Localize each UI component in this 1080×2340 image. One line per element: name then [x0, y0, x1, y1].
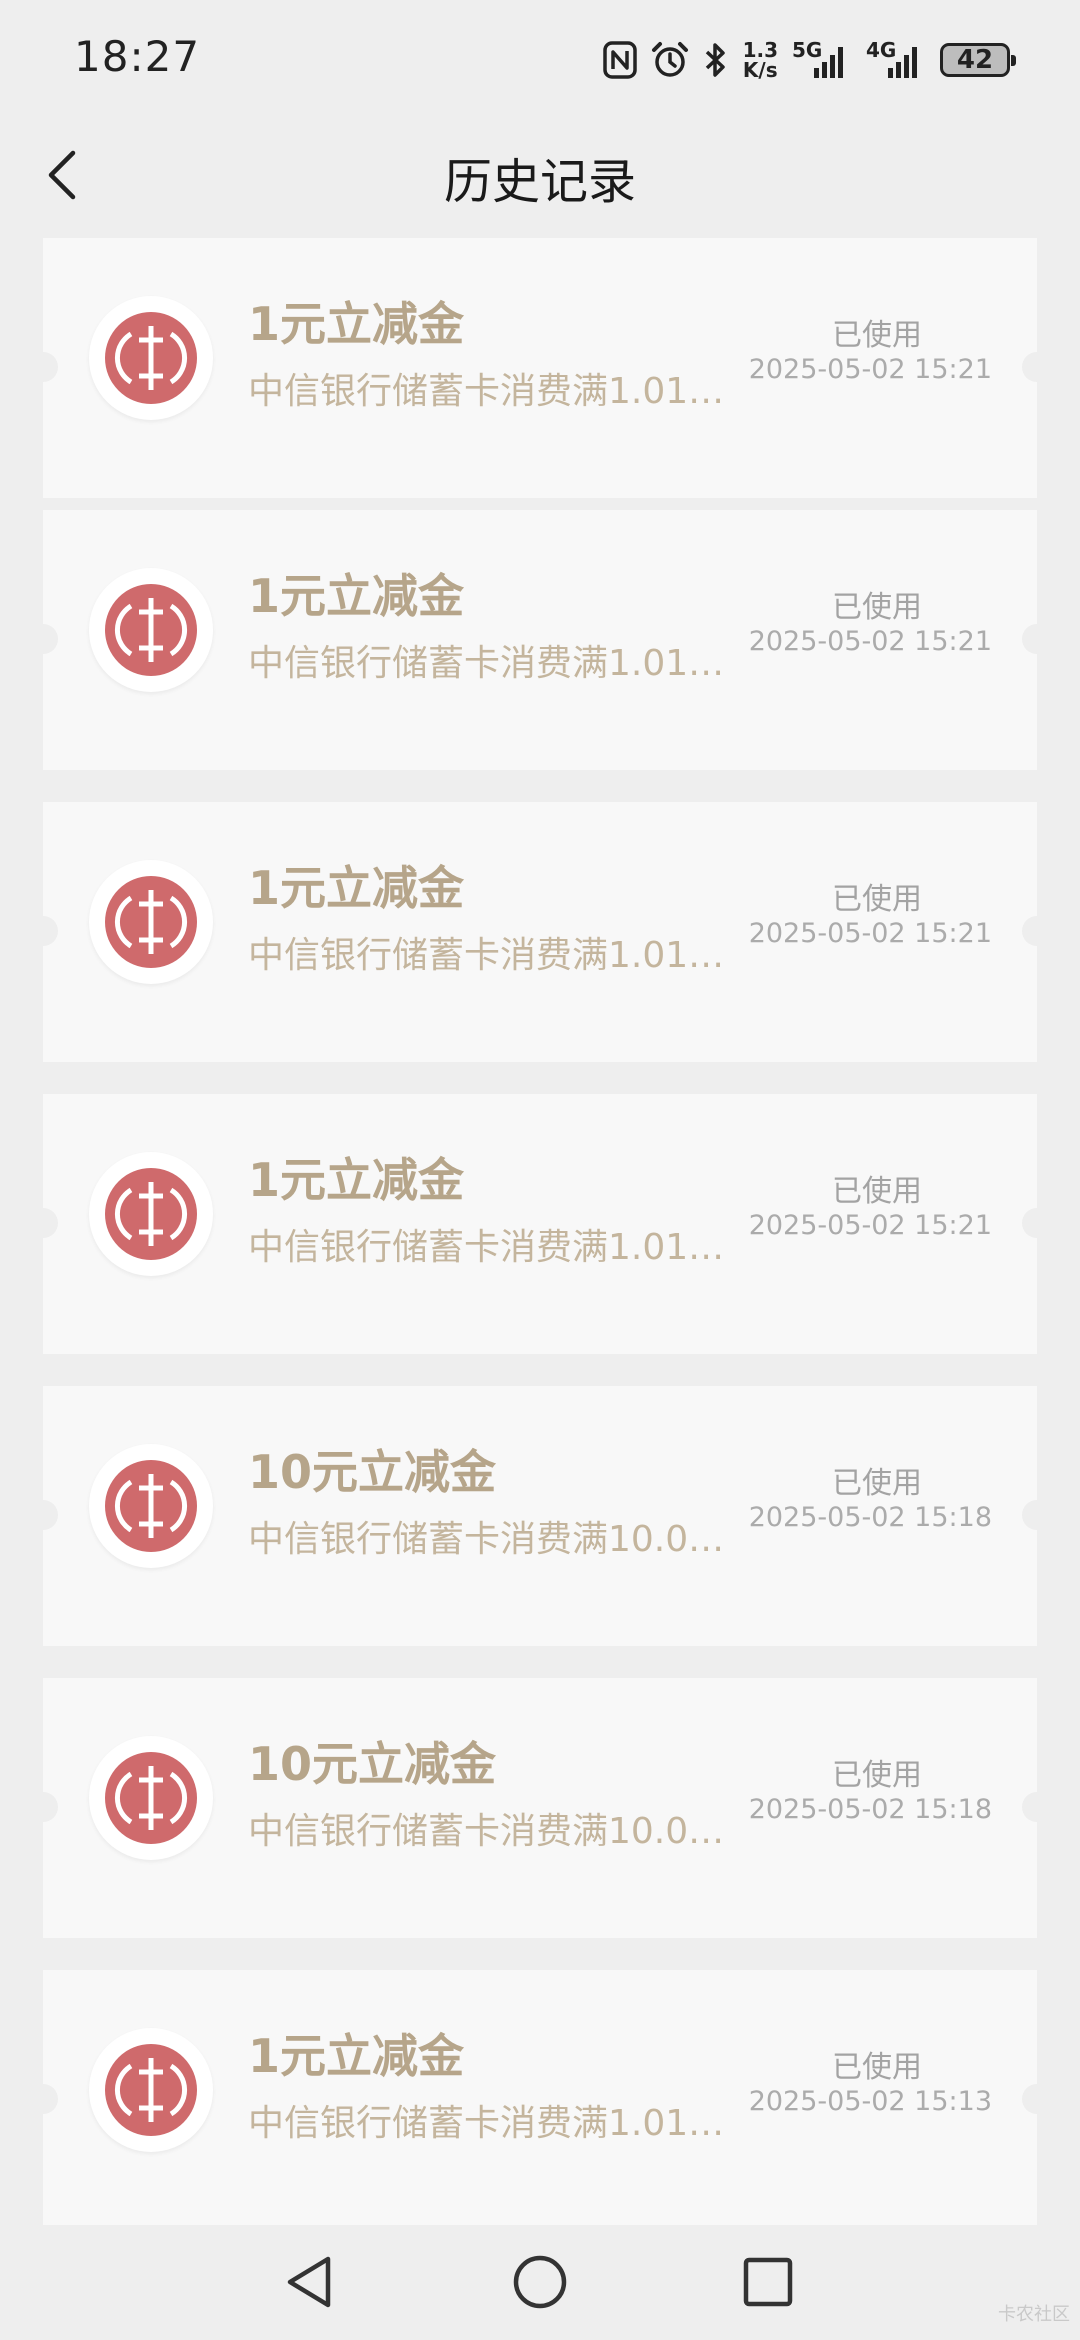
coupon-status: 已使用	[832, 590, 922, 625]
coupon-time: 2025-05-02 15:21	[748, 626, 992, 657]
card-notch	[28, 2084, 58, 2114]
nav-recents-button[interactable]	[733, 2247, 803, 2317]
watermark-text: 卡农社区	[998, 2304, 1070, 2325]
citic-bank-logo-icon	[89, 1736, 213, 1860]
coupon-time: 2025-05-02 15:21	[748, 1210, 992, 1241]
bluetooth-icon	[703, 41, 729, 79]
network-speed: 1.3 K/s	[743, 40, 778, 80]
coupon-card[interactable]: 1元立减金 中信银行储蓄卡消费满1.01元可用 已使用 2025-05-02 1…	[28, 510, 1052, 770]
citic-bank-logo-icon	[89, 568, 213, 692]
card-notch	[28, 1500, 58, 1530]
coupon-card[interactable]: 1元立减金 中信银行储蓄卡消费满1.01元可用 已使用 2025-05-02 1…	[28, 1970, 1052, 2225]
alarm-icon	[651, 41, 689, 79]
signal-4g-icon: 4G	[866, 38, 926, 80]
system-nav-bar: 卡农社区	[0, 2225, 1080, 2340]
page-title: 历史记录	[443, 154, 636, 210]
card-notch	[1022, 1500, 1052, 1530]
card-notch	[1022, 624, 1052, 654]
coupon-title: 1元立减金	[248, 297, 465, 351]
coupon-desc: 中信银行储蓄卡消费满1.01元可用	[248, 2103, 728, 2144]
coupon-status: 已使用	[832, 1174, 922, 1209]
card-notch	[28, 352, 58, 382]
network-4g-label: 4G	[866, 38, 897, 62]
coupon-title: 10元立减金	[248, 1737, 497, 1791]
card-notch	[28, 916, 58, 946]
coupon-card[interactable]: 1元立减金 中信银行储蓄卡消费满1.01元可用 已使用 2025-05-02 1…	[28, 802, 1052, 1062]
network-5g-label: 5G	[792, 38, 823, 62]
coupon-status: 已使用	[832, 1466, 922, 1501]
coupon-title: 10元立减金	[248, 1445, 497, 1499]
header: 历史记录	[0, 120, 1080, 230]
coupon-time: 2025-05-02 15:21	[748, 918, 992, 949]
coupon-status: 已使用	[832, 882, 922, 917]
coupon-time: 2025-05-02 15:18	[748, 1502, 992, 1533]
nav-back-button[interactable]	[274, 2247, 344, 2317]
coupon-history-list[interactable]: 1元立减金 中信银行储蓄卡消费满1.01元可用 已使用 2025-05-02 1…	[0, 238, 1080, 2225]
coupon-time: 2025-05-02 15:21	[748, 354, 992, 385]
coupon-desc: 中信银行储蓄卡消费满1.01元可用	[248, 1227, 728, 1268]
card-notch	[1022, 916, 1052, 946]
coupon-card[interactable]: 10元立减金 中信银行储蓄卡消费满10.01元可用 已使用 2025-05-02…	[28, 1678, 1052, 1938]
coupon-title: 1元立减金	[248, 2029, 465, 2083]
citic-bank-logo-icon	[89, 1152, 213, 1276]
network-speed-value: 1.3	[742, 38, 778, 62]
card-notch	[28, 1208, 58, 1238]
signal-5g-icon: 5G	[792, 38, 852, 80]
citic-bank-logo-icon	[89, 296, 213, 420]
card-notch	[28, 1792, 58, 1822]
status-icons: 1.3 K/s 5G 4G 42	[602, 36, 1016, 84]
network-speed-unit: K/s	[742, 58, 778, 82]
coupon-time: 2025-05-02 15:13	[748, 2086, 992, 2117]
battery-icon: 42	[940, 43, 1016, 77]
coupon-status: 已使用	[832, 1758, 922, 1793]
coupon-card[interactable]: 10元立减金 中信银行储蓄卡消费满10.01元可用 已使用 2025-05-02…	[28, 1386, 1052, 1646]
nfc-icon	[602, 41, 637, 79]
card-notch	[1022, 1792, 1052, 1822]
coupon-title: 1元立减金	[248, 1153, 465, 1207]
coupon-desc: 中信银行储蓄卡消费满1.01元可用	[248, 935, 728, 976]
card-notch	[28, 624, 58, 654]
coupon-desc: 中信银行储蓄卡消费满10.01元可用	[248, 1811, 728, 1852]
citic-bank-logo-icon	[89, 1444, 213, 1568]
coupon-desc: 中信银行储蓄卡消费满10.01元可用	[248, 1519, 728, 1560]
battery-level: 42	[956, 45, 994, 75]
coupon-desc: 中信银行储蓄卡消费满1.01元可用	[248, 371, 728, 412]
triangle-back-icon	[287, 2256, 331, 2308]
coupon-title: 1元立减金	[248, 569, 465, 623]
coupon-time: 2025-05-02 15:18	[748, 1794, 992, 1825]
nav-home-button[interactable]	[505, 2247, 575, 2317]
card-notch	[1022, 352, 1052, 382]
coupon-desc: 中信银行储蓄卡消费满1.01元可用	[248, 643, 728, 684]
coupon-status: 已使用	[832, 318, 922, 353]
circle-home-icon	[513, 2255, 567, 2309]
coupon-card[interactable]: 1元立减金 中信银行储蓄卡消费满1.01元可用 已使用 2025-05-02 1…	[28, 238, 1052, 498]
coupon-title: 1元立减金	[248, 861, 465, 915]
citic-bank-logo-icon	[89, 2028, 213, 2152]
coupon-card[interactable]: 1元立减金 中信银行储蓄卡消费满1.01元可用 已使用 2025-05-02 1…	[28, 1094, 1052, 1354]
status-time: 18:27	[74, 32, 201, 81]
coupon-status: 已使用	[832, 2050, 922, 2085]
card-notch	[1022, 1208, 1052, 1238]
status-bar: 18:27 1.3 K/s 5G 4G 42	[0, 0, 1080, 120]
citic-bank-logo-icon	[89, 860, 213, 984]
card-notch	[1022, 2084, 1052, 2114]
square-recents-icon	[743, 2257, 793, 2307]
